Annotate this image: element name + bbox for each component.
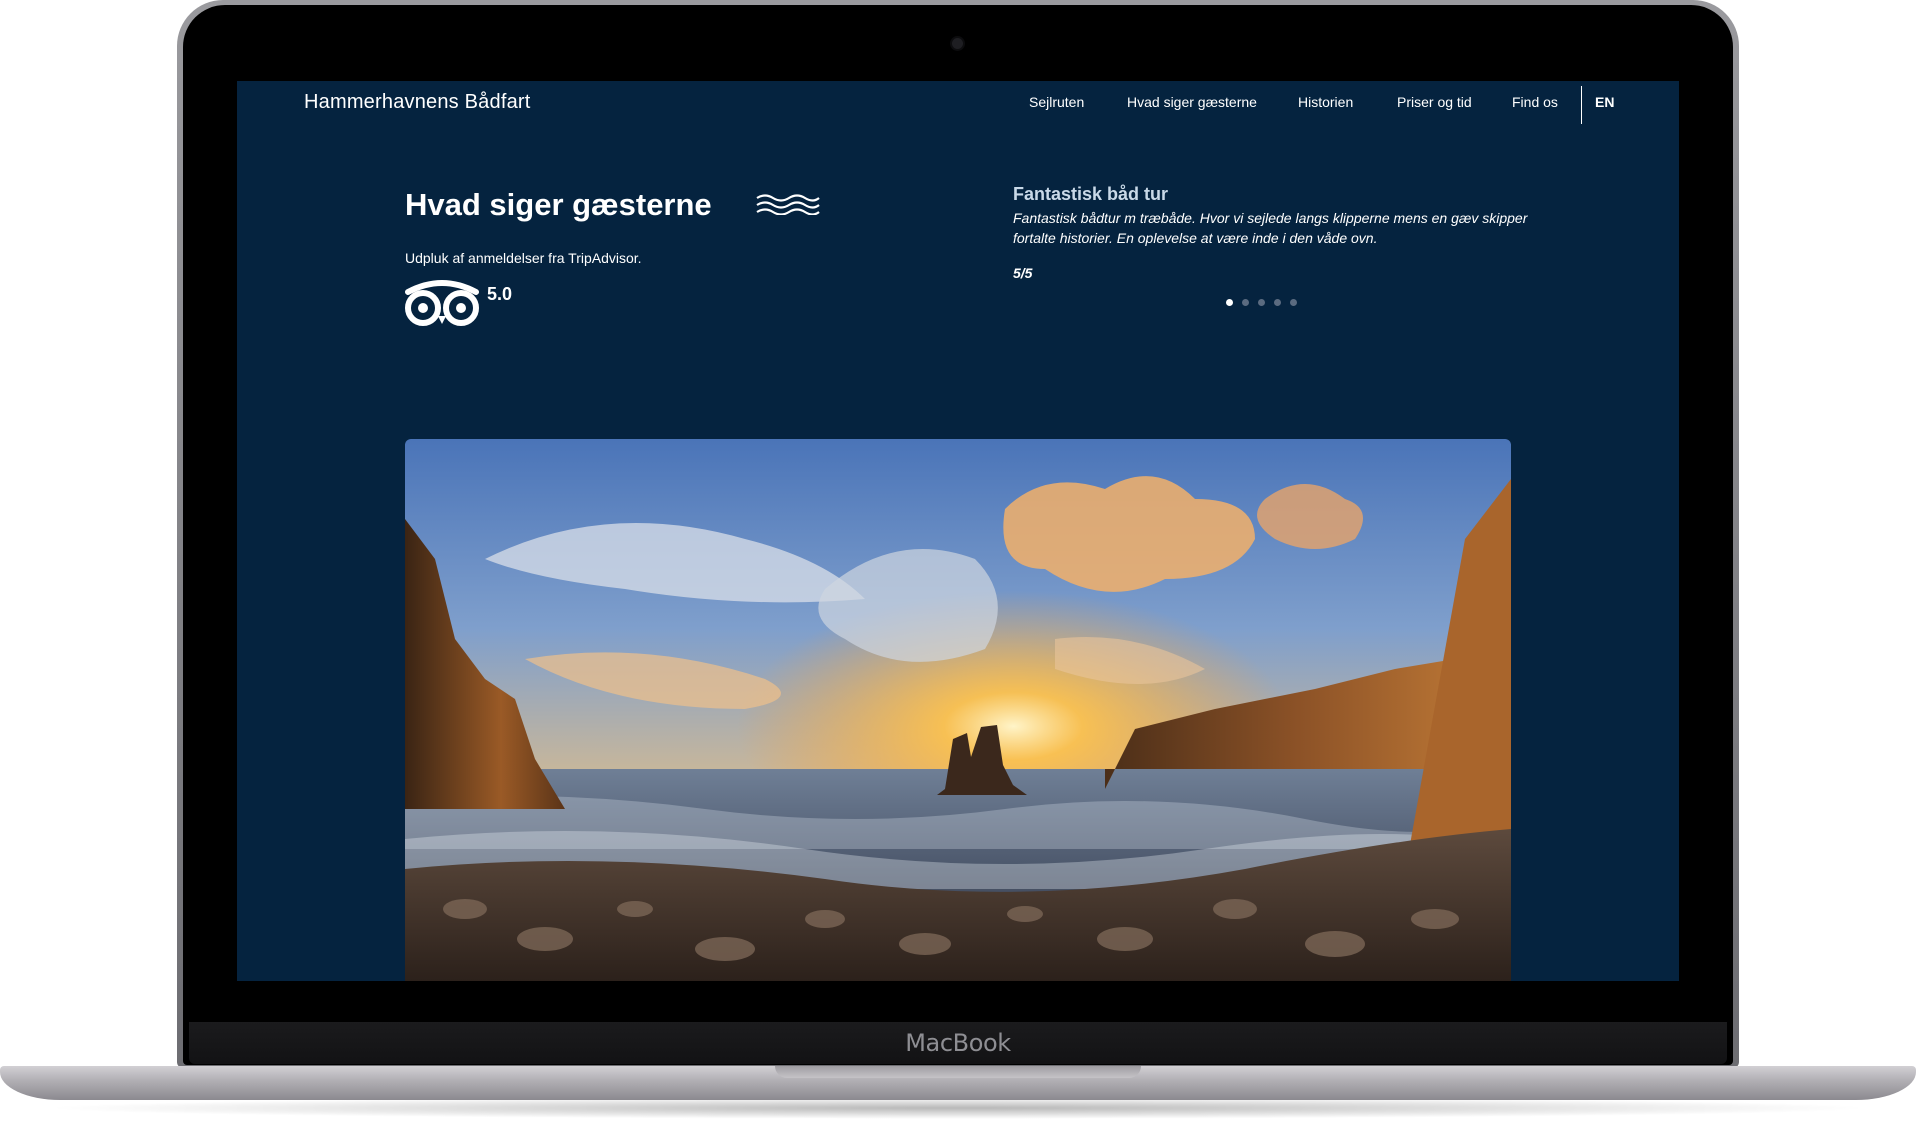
device-brand-label: MacBook [905, 1029, 1011, 1057]
carousel-dot[interactable] [1242, 299, 1249, 306]
reviews-subtitle: Udpluk af anmeldelser fra TripAdvisor. [405, 250, 642, 266]
nav-divider [1581, 86, 1582, 124]
nav-item-historien[interactable]: Historien [1298, 94, 1353, 110]
nav-item-sejlruten[interactable]: Sejlruten [1029, 94, 1084, 110]
coastline-sunset-photo [405, 439, 1511, 981]
carousel-dot[interactable] [1274, 299, 1281, 306]
waves-icon [756, 194, 820, 215]
section-heading: Hvad siger gæsterne [405, 187, 712, 222]
site-title[interactable]: Hammerhavnens Bådfart [304, 91, 531, 114]
nav-item-hvad-siger-gaesterne[interactable]: Hvad siger gæsterne [1127, 94, 1257, 110]
nav-item-priser-og-tid[interactable]: Priser og tid [1397, 94, 1472, 110]
camera-icon [952, 38, 963, 49]
laptop-hinge-notch [775, 1066, 1141, 1078]
language-switch-button[interactable]: EN [1595, 94, 1614, 110]
carousel-dot[interactable] [1258, 299, 1265, 306]
carousel-dot[interactable] [1226, 299, 1233, 306]
website-screen: Hammerhavnens Bådfart Sejlruten Hvad sig… [237, 81, 1679, 981]
tripadvisor-rating: 5.0 [487, 284, 513, 304]
laptop-shadow [40, 1097, 1876, 1119]
review-score: 5/5 [1013, 265, 1033, 281]
tripadvisor-owl-icon[interactable] [404, 278, 480, 328]
carousel-dot[interactable] [1290, 299, 1297, 306]
nav-item-find-os[interactable]: Find os [1512, 94, 1558, 110]
review-text: Fantastisk bådtur m træbåde. Hvor vi sej… [1013, 210, 1528, 246]
review-title: Fantastisk båd tur [1013, 184, 1169, 204]
